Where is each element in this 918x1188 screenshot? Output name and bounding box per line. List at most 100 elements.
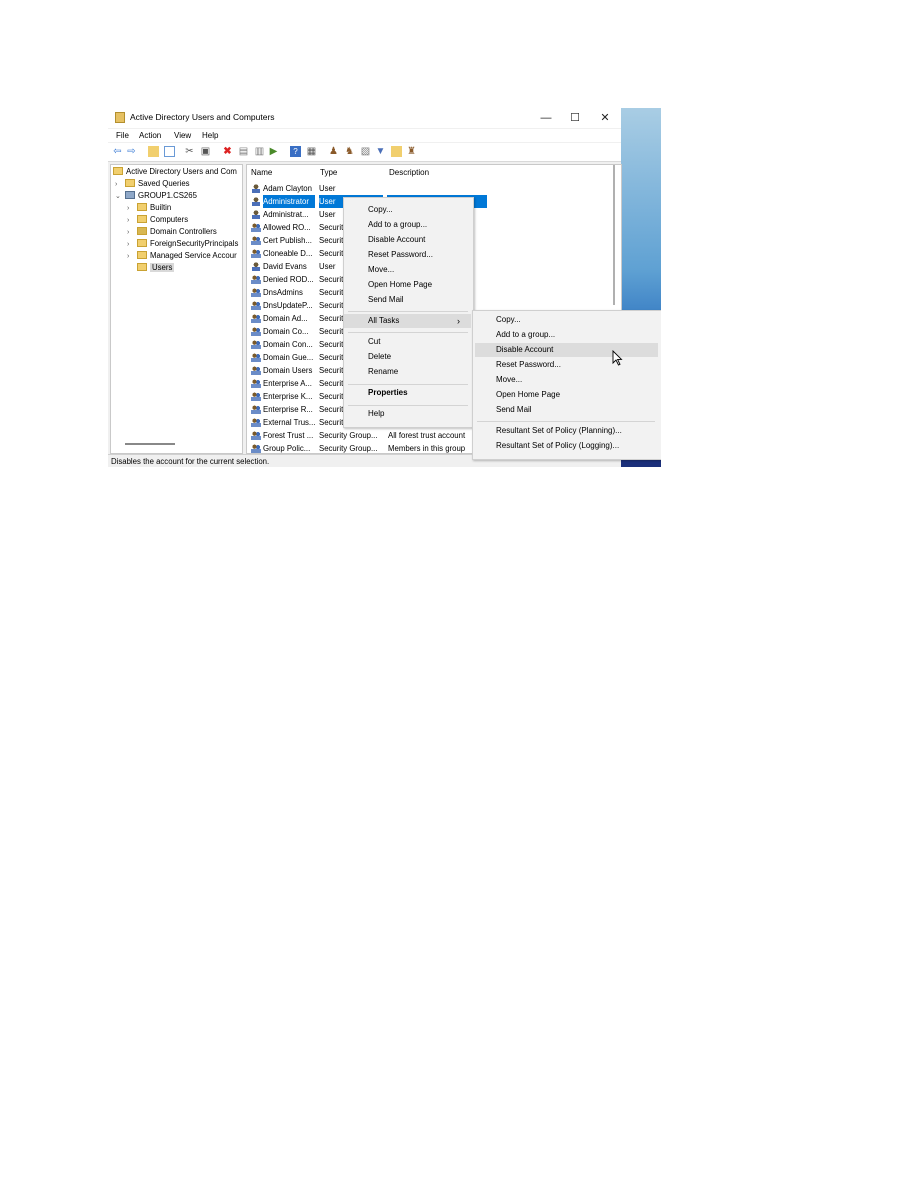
chevron-down-icon[interactable]: ⌄ — [115, 191, 125, 203]
cell-name: DnsUpdateP... — [263, 301, 313, 310]
submenu-open-home-page[interactable]: Open Home Page — [475, 388, 658, 402]
refresh-icon[interactable]: ▥ — [254, 146, 265, 157]
menu-item-label: Disable Account — [368, 235, 426, 244]
cell-type: Security Group... — [319, 444, 378, 453]
find-icon[interactable] — [391, 146, 402, 157]
new-ou-icon[interactable]: ▧ — [360, 146, 371, 157]
tree-item-users[interactable]: Users — [137, 262, 175, 274]
cell-name: External Trus... — [263, 418, 315, 427]
menu-file[interactable]: File — [116, 131, 129, 140]
menu-separator — [348, 311, 468, 312]
window-title: Active Directory Users and Computers — [130, 112, 275, 122]
menu-item-label: Help — [368, 409, 385, 418]
menu-all-tasks[interactable]: All Tasks › — [344, 314, 471, 328]
submenu-move[interactable]: Move... — [475, 373, 658, 387]
chevron-right-icon: › — [457, 316, 460, 326]
menu-cut[interactable]: Cut — [344, 335, 471, 349]
submenu-reset-password[interactable]: Reset Password... — [475, 358, 658, 372]
cell-type: User — [319, 184, 336, 193]
folder-icon — [137, 239, 147, 247]
menu-separator — [348, 384, 468, 385]
group-icon — [251, 366, 261, 375]
folder-icon — [137, 263, 147, 271]
table-row[interactable]: Forest Trust ... Security Group... All for… — [247, 429, 487, 442]
menu-help[interactable]: Help — [202, 131, 218, 140]
submenu-disable-account[interactable]: Disable Account — [475, 343, 658, 357]
menu-reset-password[interactable]: Reset Password... — [344, 248, 471, 262]
menu-view[interactable]: View — [174, 131, 191, 140]
back-icon[interactable]: ⇦ — [112, 146, 123, 157]
export-list-icon[interactable]: ▶ — [268, 146, 279, 157]
horizontal-scrollbar[interactable] — [125, 443, 175, 445]
minimize-button[interactable]: — — [532, 110, 560, 126]
ou-icon — [137, 227, 147, 235]
column-description[interactable]: Description — [389, 168, 429, 177]
menu-move[interactable]: Move... — [344, 263, 471, 277]
new-user-icon[interactable]: ♟ — [328, 146, 339, 157]
tree-item-builtin[interactable]: › Builtin — [127, 202, 171, 214]
maximize-button[interactable]: ☐ — [561, 110, 589, 126]
tree-item-foreign-security-principals[interactable]: › ForeignSecurityPrincipals — [127, 238, 238, 250]
tree-item-domain[interactable]: ⌄ GROUP1.CS265 — [115, 190, 197, 202]
menu-open-home-page[interactable]: Open Home Page — [344, 278, 471, 292]
folder-icon — [137, 203, 147, 211]
cut-icon[interactable]: ✂ — [184, 146, 195, 157]
filter-icon[interactable]: ▼ — [375, 146, 386, 157]
context-menu: Copy... Add to a group... Disable Account R… — [343, 197, 474, 428]
properties-icon[interactable]: ▤ — [238, 146, 249, 157]
menu-item-label: Properties — [368, 388, 408, 397]
tree-root[interactable]: Active Directory Users and Com — [113, 166, 237, 178]
show-tree-icon[interactable] — [164, 146, 175, 157]
cell-name: Enterprise R... — [263, 405, 313, 414]
help-icon[interactable]: ? — [290, 146, 301, 157]
add-to-group-icon[interactable]: ♜ — [406, 146, 417, 157]
cell-name: Domain Ad... — [263, 314, 308, 323]
menu-item-label: Move... — [496, 375, 523, 384]
menu-help[interactable]: Help — [344, 407, 471, 421]
console-icon[interactable]: ▦ — [306, 146, 317, 157]
menu-disable-account[interactable]: Disable Account — [344, 233, 471, 247]
forward-icon[interactable]: ⇨ — [126, 146, 137, 157]
cell-name: Administrator — [263, 195, 315, 208]
group-icon — [251, 288, 261, 297]
tree-item-saved-queries[interactable]: › Saved Queries — [115, 178, 190, 190]
submenu-rsop-logging[interactable]: Resultant Set of Policy (Logging)... — [475, 439, 658, 453]
menu-item-label: Resultant Set of Policy (Planning)... — [496, 426, 622, 435]
menu-item-label: Reset Password... — [496, 360, 561, 369]
folder-icon — [137, 251, 147, 259]
new-group-icon[interactable]: ♞ — [344, 146, 355, 157]
table-row[interactable]: Adam Clayton User — [247, 182, 487, 195]
cell-type: Security Group... — [319, 431, 378, 440]
group-icon — [251, 353, 261, 362]
menu-rename[interactable]: Rename — [344, 365, 471, 379]
menu-send-mail[interactable]: Send Mail — [344, 293, 471, 307]
domain-icon — [125, 191, 135, 199]
cell-description: All forest trust account — [388, 431, 466, 440]
up-folder-icon[interactable] — [148, 146, 159, 157]
chevron-right-icon[interactable]: › — [127, 251, 137, 263]
menu-delete[interactable]: Delete — [344, 350, 471, 364]
submenu-add-to-group[interactable]: Add to a group... — [475, 328, 658, 342]
tree-item-domain-controllers[interactable]: › Domain Controllers — [127, 226, 217, 238]
submenu-copy[interactable]: Copy... — [475, 313, 658, 327]
user-icon — [251, 262, 261, 271]
menu-copy[interactable]: Copy... — [344, 203, 471, 217]
delete-icon[interactable]: ✖ — [222, 146, 233, 157]
menu-action[interactable]: Action — [139, 131, 161, 140]
menu-add-to-group[interactable]: Add to a group... — [344, 218, 471, 232]
group-icon — [251, 236, 261, 245]
cell-name: Enterprise K... — [263, 392, 313, 401]
copy-icon[interactable]: ▣ — [200, 146, 211, 157]
submenu-send-mail[interactable]: Send Mail — [475, 403, 658, 417]
tree-item-computers[interactable]: › Computers — [127, 214, 188, 226]
cell-name: Domain Con... — [263, 340, 313, 349]
vertical-scrollbar[interactable] — [613, 165, 615, 305]
column-type[interactable]: Type — [320, 168, 337, 177]
group-icon — [251, 444, 261, 453]
column-name[interactable]: Name — [251, 168, 272, 177]
menu-properties[interactable]: Properties — [344, 386, 471, 400]
submenu-rsop-planning[interactable]: Resultant Set of Policy (Planning)... — [475, 424, 658, 438]
tree-item-managed-service-accounts[interactable]: › Managed Service Accour — [127, 250, 237, 262]
close-button[interactable]: ✕ — [591, 110, 619, 126]
table-row[interactable]: Group Polic... Security Group... Members i… — [247, 442, 487, 453]
